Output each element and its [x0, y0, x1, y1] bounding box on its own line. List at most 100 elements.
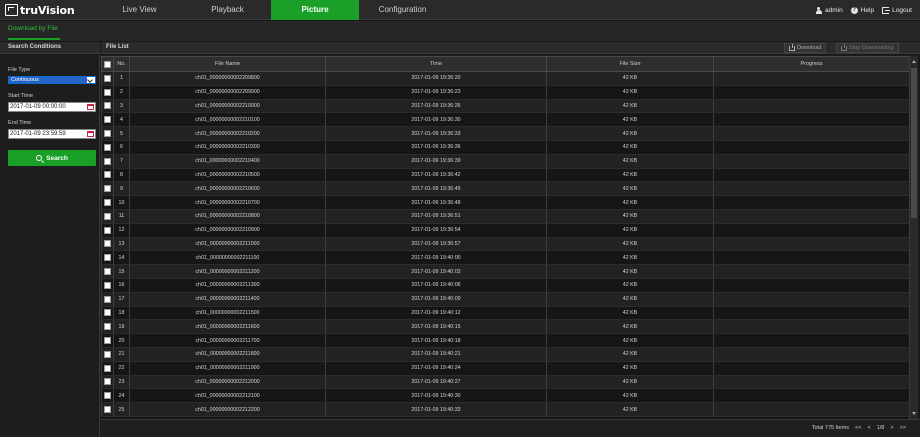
table-row[interactable]: 8 ch01_00000000002210500 2017-01-09 19:36:… — [101, 168, 909, 183]
row-file-name: ch01_00000000002211000 — [129, 237, 326, 252]
table-row[interactable]: 22 ch01_00000000002211900 2017-01-09 19:40… — [101, 361, 909, 376]
row-checkbox[interactable] — [104, 240, 111, 248]
tab-playback[interactable]: Playback — [190, 0, 265, 20]
table-row[interactable]: 5 ch01_00000000002210200 2017-01-09 19:36:… — [101, 126, 909, 141]
row-file-name: ch01_00000000002211300 — [129, 278, 326, 293]
end-time-input[interactable]: 2017-01-09 23:59:59 — [8, 129, 96, 139]
row-checkbox[interactable] — [104, 226, 111, 234]
stop-downloading-label: Stop Downloading — [849, 45, 894, 51]
table-row[interactable]: 11 ch01_00000000002210800 2017-01-09 19:36… — [101, 209, 909, 224]
row-checkbox[interactable] — [104, 268, 111, 276]
row-checkbox[interactable] — [104, 102, 111, 110]
table-row[interactable]: 7 ch01_00000000002210400 2017-01-09 19:36:… — [101, 154, 909, 169]
row-checkbox[interactable] — [104, 254, 111, 262]
row-file-name: ch01_00000000002211600 — [129, 319, 326, 335]
row-time: 2017-01-09 19:36:20 — [325, 71, 547, 86]
calendar-icon[interactable] — [87, 104, 94, 110]
table-row[interactable]: 4 ch01_00000000002210100 2017-01-09 19:36:… — [101, 112, 909, 128]
end-time-value: 2017-01-09 23:59:59 — [10, 131, 66, 137]
row-number: 21 — [113, 347, 130, 362]
table-row[interactable]: 6 ch01_00000000002210300 2017-01-09 19:36:… — [101, 140, 909, 155]
file-type-select[interactable]: Continuous — [8, 76, 96, 84]
row-checkbox[interactable] — [104, 185, 111, 193]
row-number: 5 — [113, 126, 130, 141]
file-list-body: 1 ch01_00000000002209800 2017-01-09 19:36:… — [101, 71, 909, 417]
table-row[interactable]: 9 ch01_00000000002210600 2017-01-09 19:36:… — [101, 181, 909, 197]
row-number: 10 — [113, 195, 130, 210]
row-checkbox-cell — [101, 333, 114, 348]
prev-page-button[interactable]: < — [867, 425, 870, 431]
scroll-down-icon[interactable] — [911, 411, 917, 417]
table-row[interactable]: 17 ch01_00000000002211400 2017-01-09 19:40… — [101, 292, 909, 307]
row-checkbox[interactable] — [104, 323, 111, 331]
search-button[interactable]: Search — [8, 150, 96, 166]
tab-configuration[interactable]: Configuration — [365, 0, 440, 20]
table-scrollbar[interactable] — [909, 56, 918, 419]
last-page-button[interactable]: >> — [900, 425, 906, 431]
table-row[interactable]: 12 ch01_00000000002210900 2017-01-09 19:36… — [101, 223, 909, 238]
next-page-button[interactable]: > — [890, 425, 893, 431]
row-checkbox[interactable] — [104, 281, 111, 289]
start-time-input[interactable]: 2017-01-09 00:00:00 — [8, 102, 96, 112]
row-progress — [713, 195, 909, 210]
row-progress — [713, 126, 909, 141]
calendar-icon[interactable] — [87, 131, 94, 137]
tab-picture[interactable]: Picture — [271, 0, 359, 20]
table-row[interactable]: 1 ch01_00000000002209800 2017-01-09 19:36:… — [101, 71, 909, 86]
row-checkbox[interactable] — [104, 171, 111, 179]
download-button[interactable]: Download — [784, 43, 827, 53]
row-number: 23 — [113, 375, 130, 390]
row-checkbox[interactable] — [104, 74, 111, 82]
row-checkbox[interactable] — [104, 143, 111, 151]
row-checkbox[interactable] — [104, 378, 111, 386]
row-checkbox[interactable] — [104, 157, 111, 165]
table-row[interactable]: 10 ch01_00000000002210700 2017-01-09 19:36… — [101, 195, 909, 210]
row-file-name: ch01_00000000002212000 — [129, 375, 326, 390]
row-file-size: 42 KB — [546, 388, 714, 404]
table-row[interactable]: 18 ch01_00000000002211500 2017-01-09 19:40… — [101, 306, 909, 321]
row-file-name: ch01_00000000002211500 — [129, 306, 326, 321]
select-all-checkbox[interactable] — [104, 60, 111, 68]
table-row[interactable]: 21 ch01_00000000002211800 2017-01-09 19:40… — [101, 347, 909, 362]
row-number: 7 — [113, 154, 130, 169]
table-row[interactable]: 15 ch01_00000000002211200 2017-01-09 19:40… — [101, 264, 909, 279]
row-time: 2017-01-09 19:36:36 — [325, 140, 547, 155]
row-time: 2017-01-09 19:36:26 — [325, 99, 547, 114]
row-checkbox[interactable] — [104, 350, 111, 358]
scroll-up-icon[interactable] — [911, 58, 917, 64]
row-time: 2017-01-09 19:40:03 — [325, 264, 547, 279]
row-checkbox[interactable] — [104, 406, 111, 414]
row-checkbox[interactable] — [104, 295, 111, 303]
table-row[interactable]: 25 ch01_00000000002212200 2017-01-09 19:40… — [101, 402, 909, 417]
stop-downloading-button[interactable]: Stop Downloading — [836, 43, 899, 53]
row-checkbox[interactable] — [104, 309, 111, 317]
row-progress — [713, 264, 909, 279]
logout-link[interactable]: Logout — [882, 6, 912, 14]
row-progress — [713, 209, 909, 224]
logout-label: Logout — [892, 6, 912, 14]
table-row[interactable]: 19 ch01_00000000002211600 2017-01-09 19:40… — [101, 319, 909, 335]
row-checkbox[interactable] — [104, 337, 111, 345]
scrollbar-thumb[interactable] — [911, 68, 917, 218]
user-account[interactable]: admin — [815, 6, 843, 14]
row-checkbox[interactable] — [104, 88, 111, 96]
row-checkbox[interactable] — [104, 212, 111, 220]
table-row[interactable]: 20 ch01_00000000002211700 2017-01-09 19:40… — [101, 333, 909, 348]
row-checkbox[interactable] — [104, 199, 111, 207]
table-row[interactable]: 2 ch01_00000000002209900 2017-01-09 19:36:… — [101, 85, 909, 100]
table-row[interactable]: 13 ch01_00000000002211000 2017-01-09 19:36… — [101, 237, 909, 252]
row-checkbox[interactable] — [104, 392, 111, 400]
help-link[interactable]: ? Help — [850, 6, 874, 14]
table-row[interactable]: 16 ch01_00000000002211300 2017-01-09 19:40… — [101, 278, 909, 293]
table-row[interactable]: 14 ch01_00000000002211100 2017-01-09 19:40… — [101, 250, 909, 266]
table-row[interactable]: 23 ch01_00000000002212000 2017-01-09 19:40… — [101, 375, 909, 390]
table-row[interactable]: 24 ch01_00000000002212100 2017-01-09 19:40… — [101, 388, 909, 404]
table-row[interactable]: 3 ch01_00000000002210000 2017-01-09 19:36:… — [101, 99, 909, 114]
tab-live-view[interactable]: Live View — [102, 0, 177, 20]
row-progress — [713, 361, 909, 376]
row-checkbox[interactable] — [104, 130, 111, 138]
row-checkbox[interactable] — [104, 116, 111, 124]
first-page-button[interactable]: << — [855, 425, 861, 431]
tab-download-by-file[interactable]: Download by File — [8, 25, 58, 32]
row-checkbox[interactable] — [104, 364, 111, 372]
